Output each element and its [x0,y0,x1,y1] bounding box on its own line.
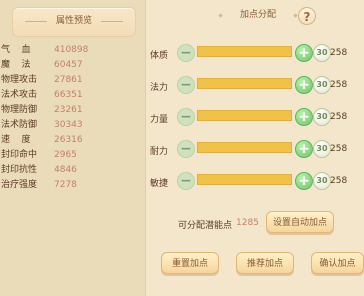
allocation-bar[interactable] [197,174,292,185]
decrease-button[interactable]: − [177,44,195,62]
stat-label: 法术攻击 [1,90,38,100]
increment-badge: 30 [313,140,331,158]
confirm-allocation-button[interactable]: 确认加点 [311,252,364,274]
attribute-value: 258 [330,176,348,186]
help-icon[interactable]: ? [298,7,316,25]
increment-badge: 30 [313,44,331,62]
allocation-bar[interactable] [197,110,292,121]
free-points-value: 1285 [236,218,259,228]
stat-row-physical-defense: 物理防御 23261 [0,103,145,117]
allocation-bar[interactable] [197,78,292,89]
stat-value: 23261 [54,105,83,115]
attribute-row-magic: 法力 − + 30 258 [150,76,362,98]
allocation-title-text: 加点分配 [239,10,276,20]
stat-row-magic-defense: 法术防御 30343 [0,118,145,132]
stat-value: 410898 [54,45,89,55]
stat-value: 2965 [54,150,77,160]
title-diamond-left [218,13,223,18]
stat-row-seal-hit: 封印命中 2965 [0,148,145,162]
increase-button[interactable]: + [295,172,313,190]
attribute-allocation-screen: 属性预览 气 血 410898 魔 法 60457 物理攻击 27861 法术攻… [0,0,364,296]
attribute-label: 体质 [150,51,169,61]
attribute-value: 258 [330,48,348,58]
decrease-button[interactable]: − [177,108,195,126]
attribute-label: 敏捷 [150,179,169,189]
stat-row-magic-attack: 法术攻击 66351 [0,88,145,102]
attribute-label: 法力 [150,83,169,93]
stat-value: 60457 [54,60,83,70]
attribute-row-agility: 敏捷 − + 30 258 [150,172,362,194]
stat-label: 物理攻击 [1,75,38,85]
stat-row-seal-resist: 封印抗性 4846 [0,163,145,177]
stat-label: 物理防御 [1,105,38,115]
stat-row-mp: 魔 法 60457 [0,58,145,72]
attribute-value: 258 [330,112,348,122]
increment-badge: 30 [313,172,331,190]
attribute-row-strength: 力量 − + 30 258 [150,108,362,130]
reset-allocation-button[interactable]: 重置加点 [161,252,219,274]
set-auto-allocation-button[interactable]: 设置自动加点 [266,211,334,233]
allocation-bar[interactable] [197,142,292,153]
increase-button[interactable]: + [295,76,313,94]
increment-badge: 30 [313,108,331,126]
attribute-value: 258 [330,144,348,154]
stat-label: 封印抗性 [1,165,38,175]
increment-badge: 30 [313,76,331,94]
stat-row-hp: 气 血 410898 [0,43,145,57]
header-decoration-right [101,21,123,22]
stat-label: 魔 法 [1,60,31,70]
attribute-preview-title: 属性预览 [55,16,92,26]
stat-row-speed: 速 度 26316 [0,133,145,147]
attribute-preview-panel: 属性预览 气 血 410898 魔 法 60457 物理攻击 27861 法术攻… [0,0,146,296]
stat-label: 气 血 [1,45,31,55]
attribute-preview-header: 属性预览 [12,7,136,37]
decrease-button[interactable]: − [177,140,195,158]
stat-label: 速 度 [1,135,31,145]
title-diamond-right [293,13,298,18]
attribute-row-constitution: 体质 − + 30 258 [150,44,362,66]
stat-row-healing-power: 治疗强度 7278 [0,178,145,192]
stat-value: 4846 [54,165,77,175]
decrease-button[interactable]: − [177,76,195,94]
allocation-title: 加点分配 [215,5,301,25]
stat-value: 30343 [54,120,83,130]
stat-value: 7278 [54,180,77,190]
decrease-button[interactable]: − [177,172,195,190]
allocation-bar[interactable] [197,46,292,57]
increase-button[interactable]: + [295,44,313,62]
attribute-label: 耐力 [150,147,169,157]
attribute-label: 力量 [150,115,169,125]
stat-label: 封印命中 [1,150,38,160]
stat-value: 26316 [54,135,83,145]
increase-button[interactable]: + [295,140,313,158]
stat-value: 66351 [54,90,83,100]
stat-label: 法术防御 [1,120,38,130]
attribute-value: 258 [330,80,348,90]
recommended-allocation-button[interactable]: 推荐加点 [236,252,294,274]
stat-label: 治疗强度 [1,180,38,190]
stat-value: 27861 [54,75,83,85]
stat-row-physical-attack: 物理攻击 27861 [0,73,145,87]
attribute-row-endurance: 耐力 − + 30 258 [150,140,362,162]
increase-button[interactable]: + [295,108,313,126]
free-points-label: 可分配潜能点 [178,221,233,231]
